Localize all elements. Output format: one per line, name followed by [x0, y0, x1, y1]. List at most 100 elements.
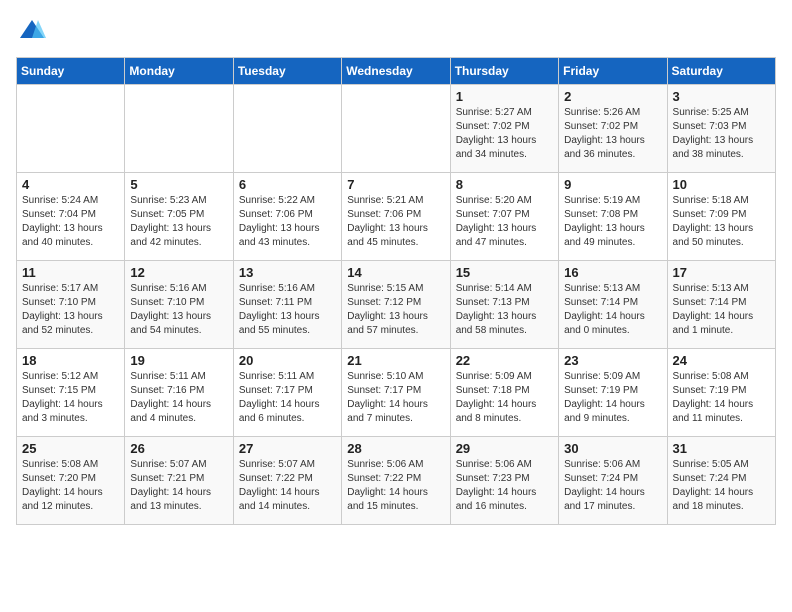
- day-number: 25: [22, 441, 119, 456]
- cell-content: Sunrise: 5:06 AM Sunset: 7:24 PM Dayligh…: [564, 458, 661, 514]
- day-number: 22: [456, 353, 553, 368]
- calendar-cell-w0d1: [125, 84, 233, 172]
- calendar-cell-w4d2: 27 Sunrise: 5:07 AM Sunset: 7:22 PM Dayli…: [233, 436, 341, 524]
- cell-content: Sunrise: 5:09 AM Sunset: 7:19 PM Dayligh…: [564, 370, 661, 426]
- day-number: 27: [239, 441, 336, 456]
- calendar-cell-w2d4: 15 Sunrise: 5:14 AM Sunset: 7:13 PM Dayli…: [450, 260, 558, 348]
- calendar-cell-w3d5: 23 Sunrise: 5:09 AM Sunset: 7:19 PM Dayli…: [559, 348, 667, 436]
- cell-content: Sunrise: 5:12 AM Sunset: 7:15 PM Dayligh…: [22, 370, 119, 426]
- day-number: 24: [673, 353, 770, 368]
- cell-content: Sunrise: 5:14 AM Sunset: 7:13 PM Dayligh…: [456, 282, 553, 338]
- logo-icon: [18, 16, 46, 44]
- cell-content: Sunrise: 5:11 AM Sunset: 7:17 PM Dayligh…: [239, 370, 336, 426]
- cell-content: Sunrise: 5:17 AM Sunset: 7:10 PM Dayligh…: [22, 282, 119, 338]
- calendar-cell-w2d1: 12 Sunrise: 5:16 AM Sunset: 7:10 PM Dayli…: [125, 260, 233, 348]
- day-number: 18: [22, 353, 119, 368]
- calendar-cell-w2d0: 11 Sunrise: 5:17 AM Sunset: 7:10 PM Dayli…: [17, 260, 125, 348]
- weekday-header-friday: Friday: [559, 57, 667, 84]
- cell-content: Sunrise: 5:27 AM Sunset: 7:02 PM Dayligh…: [456, 106, 553, 162]
- weekday-header-sunday: Sunday: [17, 57, 125, 84]
- cell-content: Sunrise: 5:07 AM Sunset: 7:22 PM Dayligh…: [239, 458, 336, 514]
- calendar-cell-w4d5: 30 Sunrise: 5:06 AM Sunset: 7:24 PM Dayli…: [559, 436, 667, 524]
- cell-content: Sunrise: 5:23 AM Sunset: 7:05 PM Dayligh…: [130, 194, 227, 250]
- day-number: 13: [239, 265, 336, 280]
- calendar-cell-w1d0: 4 Sunrise: 5:24 AM Sunset: 7:04 PM Daylig…: [17, 172, 125, 260]
- logo: [16, 16, 46, 49]
- day-number: 9: [564, 177, 661, 192]
- calendar-cell-w4d4: 29 Sunrise: 5:06 AM Sunset: 7:23 PM Dayli…: [450, 436, 558, 524]
- cell-content: Sunrise: 5:15 AM Sunset: 7:12 PM Dayligh…: [347, 282, 444, 338]
- day-number: 1: [456, 89, 553, 104]
- cell-content: Sunrise: 5:09 AM Sunset: 7:18 PM Dayligh…: [456, 370, 553, 426]
- calendar-cell-w3d6: 24 Sunrise: 5:08 AM Sunset: 7:19 PM Dayli…: [667, 348, 775, 436]
- calendar-cell-w2d5: 16 Sunrise: 5:13 AM Sunset: 7:14 PM Dayli…: [559, 260, 667, 348]
- day-number: 23: [564, 353, 661, 368]
- calendar-cell-w2d2: 13 Sunrise: 5:16 AM Sunset: 7:11 PM Dayli…: [233, 260, 341, 348]
- day-number: 2: [564, 89, 661, 104]
- cell-content: Sunrise: 5:05 AM Sunset: 7:24 PM Dayligh…: [673, 458, 770, 514]
- cell-content: Sunrise: 5:20 AM Sunset: 7:07 PM Dayligh…: [456, 194, 553, 250]
- calendar-cell-w0d6: 3 Sunrise: 5:25 AM Sunset: 7:03 PM Daylig…: [667, 84, 775, 172]
- calendar-cell-w4d0: 25 Sunrise: 5:08 AM Sunset: 7:20 PM Dayli…: [17, 436, 125, 524]
- calendar-cell-w3d3: 21Sunrise: 5:10 AM Sunset: 7:17 PM Dayli…: [342, 348, 450, 436]
- calendar-cell-w0d4: 1 Sunrise: 5:27 AM Sunset: 7:02 PM Daylig…: [450, 84, 558, 172]
- day-number: 5: [130, 177, 227, 192]
- day-number: 29: [456, 441, 553, 456]
- cell-content: Sunrise: 5:06 AM Sunset: 7:23 PM Dayligh…: [456, 458, 553, 514]
- cell-content: Sunrise: 5:22 AM Sunset: 7:06 PM Dayligh…: [239, 194, 336, 250]
- page-header: [16, 16, 776, 49]
- cell-content: Sunrise: 5:08 AM Sunset: 7:19 PM Dayligh…: [673, 370, 770, 426]
- calendar-cell-w3d2: 20 Sunrise: 5:11 AM Sunset: 7:17 PM Dayli…: [233, 348, 341, 436]
- day-number: 26: [130, 441, 227, 456]
- cell-content: Sunrise: 5:24 AM Sunset: 7:04 PM Dayligh…: [22, 194, 119, 250]
- cell-content: Sunrise: 5:21 AM Sunset: 7:06 PM Dayligh…: [347, 194, 444, 250]
- calendar-cell-w3d0: 18 Sunrise: 5:12 AM Sunset: 7:15 PM Dayli…: [17, 348, 125, 436]
- calendar-table: SundayMondayTuesdayWednesdayThursdayFrid…: [16, 57, 776, 525]
- day-number: 4: [22, 177, 119, 192]
- day-number: 3: [673, 89, 770, 104]
- cell-content: Sunrise: 5:16 AM Sunset: 7:11 PM Dayligh…: [239, 282, 336, 338]
- day-number: 11: [22, 265, 119, 280]
- cell-content: Sunrise: 5:26 AM Sunset: 7:02 PM Dayligh…: [564, 106, 661, 162]
- calendar-cell-w1d5: 9 Sunrise: 5:19 AM Sunset: 7:08 PM Daylig…: [559, 172, 667, 260]
- calendar-cell-w0d2: [233, 84, 341, 172]
- day-number: 30: [564, 441, 661, 456]
- cell-content: Sunrise: 5:13 AM Sunset: 7:14 PM Dayligh…: [673, 282, 770, 338]
- cell-content: Sunrise: 5:08 AM Sunset: 7:20 PM Dayligh…: [22, 458, 119, 514]
- calendar-cell-w1d4: 8 Sunrise: 5:20 AM Sunset: 7:07 PM Daylig…: [450, 172, 558, 260]
- calendar-cell-w0d5: 2 Sunrise: 5:26 AM Sunset: 7:02 PM Daylig…: [559, 84, 667, 172]
- day-number: 20: [239, 353, 336, 368]
- cell-content: Sunrise: 5:10 AM Sunset: 7:17 PM Dayligh…: [347, 370, 444, 426]
- cell-content: Sunrise: 5:11 AM Sunset: 7:16 PM Dayligh…: [130, 370, 227, 426]
- day-number: 16: [564, 265, 661, 280]
- cell-content: Sunrise: 5:18 AM Sunset: 7:09 PM Dayligh…: [673, 194, 770, 250]
- day-number: 31: [673, 441, 770, 456]
- weekday-header-tuesday: Tuesday: [233, 57, 341, 84]
- day-number: 28: [347, 441, 444, 456]
- calendar-cell-w3d1: 19 Sunrise: 5:11 AM Sunset: 7:16 PM Dayli…: [125, 348, 233, 436]
- cell-content: Sunrise: 5:07 AM Sunset: 7:21 PM Dayligh…: [130, 458, 227, 514]
- day-number: 19: [130, 353, 227, 368]
- cell-content: Sunrise: 5:16 AM Sunset: 7:10 PM Dayligh…: [130, 282, 227, 338]
- weekday-header-saturday: Saturday: [667, 57, 775, 84]
- calendar-cell-w2d3: 14Sunrise: 5:15 AM Sunset: 7:12 PM Dayli…: [342, 260, 450, 348]
- cell-content: Sunrise: 5:06 AM Sunset: 7:22 PM Dayligh…: [347, 458, 444, 514]
- cell-content: Sunrise: 5:19 AM Sunset: 7:08 PM Dayligh…: [564, 194, 661, 250]
- day-number: 8: [456, 177, 553, 192]
- calendar-cell-w1d2: 6 Sunrise: 5:22 AM Sunset: 7:06 PM Daylig…: [233, 172, 341, 260]
- calendar-cell-w0d3: [342, 84, 450, 172]
- calendar-cell-w1d6: 10Sunrise: 5:18 AM Sunset: 7:09 PM Dayli…: [667, 172, 775, 260]
- calendar-cell-w4d1: 26 Sunrise: 5:07 AM Sunset: 7:21 PM Dayli…: [125, 436, 233, 524]
- cell-content: Sunrise: 5:13 AM Sunset: 7:14 PM Dayligh…: [564, 282, 661, 338]
- day-number: 7: [347, 177, 444, 192]
- day-number: 6: [239, 177, 336, 192]
- day-number: 15: [456, 265, 553, 280]
- calendar-cell-w4d6: 31 Sunrise: 5:05 AM Sunset: 7:24 PM Dayli…: [667, 436, 775, 524]
- weekday-header-thursday: Thursday: [450, 57, 558, 84]
- calendar-cell-w0d0: [17, 84, 125, 172]
- cell-content: Sunrise: 5:25 AM Sunset: 7:03 PM Dayligh…: [673, 106, 770, 162]
- calendar-cell-w2d6: 17 Sunrise: 5:13 AM Sunset: 7:14 PM Dayli…: [667, 260, 775, 348]
- day-number: 17: [673, 265, 770, 280]
- day-number: 12: [130, 265, 227, 280]
- calendar-cell-w1d1: 5 Sunrise: 5:23 AM Sunset: 7:05 PM Daylig…: [125, 172, 233, 260]
